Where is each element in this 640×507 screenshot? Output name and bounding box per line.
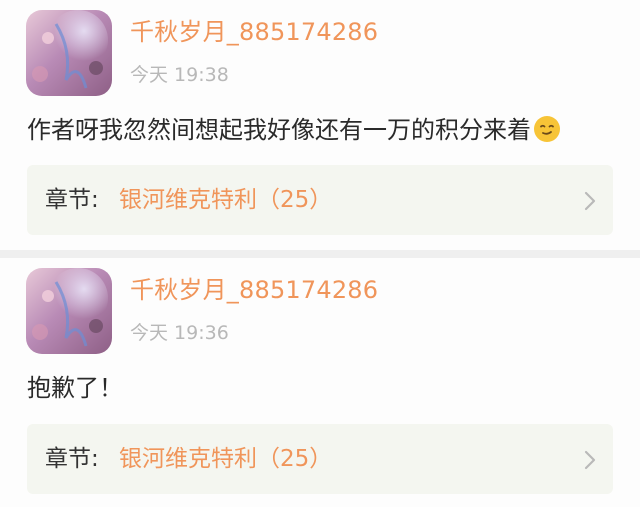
- comment-text-row: 抱歉了！: [27, 370, 123, 406]
- comment-feed: 千秋岁月_885174286 今天 19:38 作者呀我忽然间想起我好像还有一万…: [0, 0, 640, 507]
- smiling-face-emoji-icon: [533, 115, 561, 153]
- chapter-title: 银河维克特利（25）: [119, 446, 333, 472]
- username[interactable]: 千秋岁月_885174286: [130, 273, 378, 307]
- chapter-label: 章节:: [45, 446, 99, 472]
- avatar[interactable]: [26, 268, 112, 354]
- comment-text-row: 作者呀我忽然间想起我好像还有一万的积分来着: [27, 112, 561, 153]
- chevron-right-icon: [583, 449, 597, 475]
- comment-item: 千秋岁月_885174286 今天 19:38 作者呀我忽然间想起我好像还有一万…: [0, 0, 640, 250]
- comment-text: 抱歉了！: [27, 374, 123, 402]
- divider: [0, 250, 640, 258]
- chapter-title: 银河维克特利（25）: [119, 187, 333, 213]
- chapter-link-card[interactable]: 章节: 银河维克特利（25）: [27, 165, 613, 235]
- timestamp: 今天 19:36: [130, 322, 229, 344]
- chapter-link-card[interactable]: 章节: 银河维克特利（25）: [27, 424, 613, 494]
- avatar[interactable]: [26, 10, 112, 96]
- chapter-label: 章节:: [45, 187, 99, 213]
- username[interactable]: 千秋岁月_885174286: [130, 15, 378, 49]
- timestamp: 今天 19:38: [130, 64, 229, 86]
- chevron-right-icon: [583, 190, 597, 216]
- comment-item: 千秋岁月_885174286 今天 19:36 抱歉了！ 章节: 银河维克特利（…: [0, 258, 640, 507]
- comment-text: 作者呀我忽然间想起我好像还有一万的积分来着: [27, 116, 531, 144]
